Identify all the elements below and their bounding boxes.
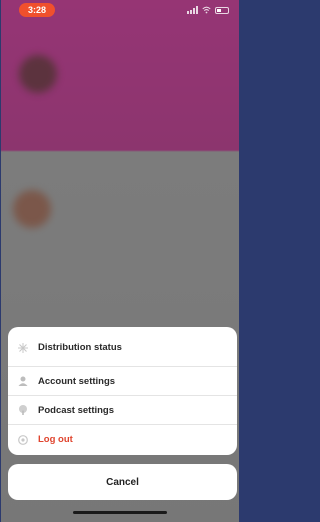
logout-icon <box>18 434 28 445</box>
menu-item-label: Account settings <box>38 375 116 387</box>
person-icon <box>18 376 28 386</box>
wifi-icon <box>202 6 211 14</box>
menu-item-podcast-settings[interactable]: Podcast settings <box>8 396 237 425</box>
sparkle-icon <box>18 342 28 353</box>
menu-item-label: Log out <box>38 434 73 445</box>
battery-icon <box>215 6 229 14</box>
menu-item-label: Distribution status <box>38 342 122 353</box>
menu-item-log-out[interactable]: Log out <box>8 425 237 454</box>
podcast-icon <box>18 405 28 415</box>
app-screen: 3:28 Distribution status Account setting… <box>1 0 239 522</box>
menu-item-distribution-status[interactable]: Distribution status <box>8 327 237 367</box>
status-time: 3:28 <box>19 3 55 17</box>
action-sheet: Distribution status Account settings Pod… <box>8 327 237 455</box>
signal-icon <box>187 6 198 14</box>
menu-item-account-settings[interactable]: Account settings <box>8 367 237 396</box>
status-icons <box>187 5 229 15</box>
menu-item-label: Podcast settings <box>38 404 115 416</box>
cancel-button[interactable]: Cancel <box>8 464 237 500</box>
status-bar: 3:28 <box>1 0 239 20</box>
home-indicator[interactable] <box>73 511 167 514</box>
